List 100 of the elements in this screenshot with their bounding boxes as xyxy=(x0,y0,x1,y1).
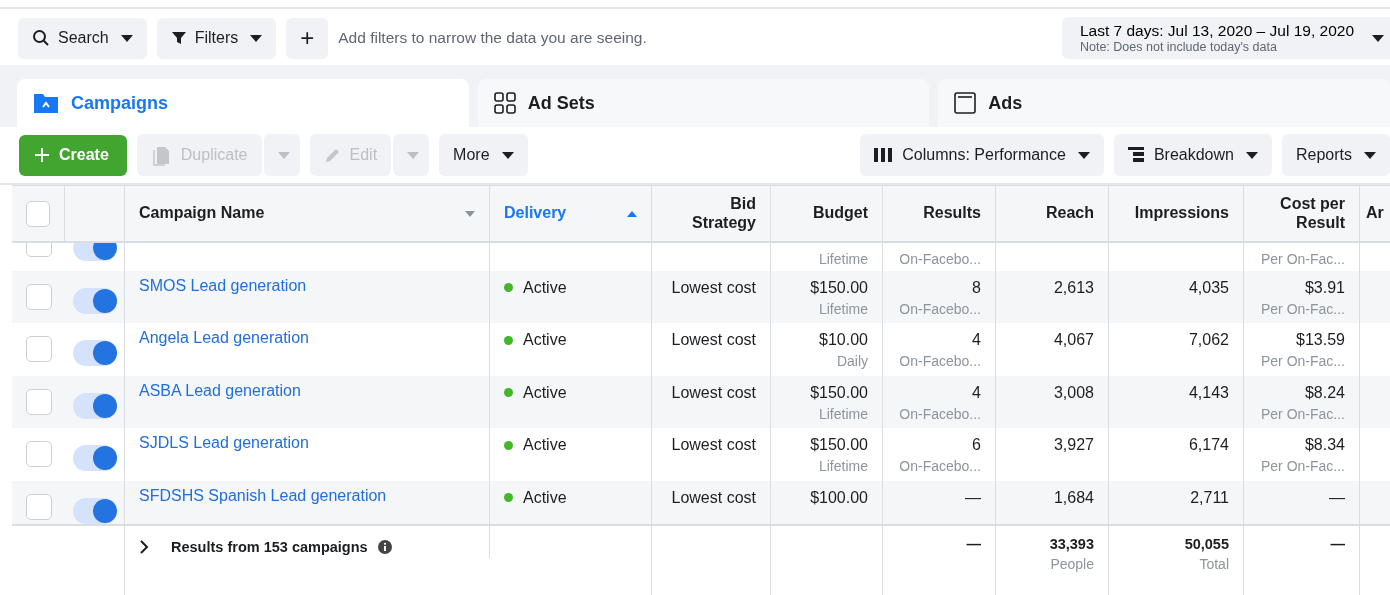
summary-value: 33,393 xyxy=(1049,536,1094,552)
summary-value: — xyxy=(966,536,981,552)
column-header[interactable]: Ar xyxy=(1366,204,1384,223)
cell-caption: Lifetime xyxy=(818,300,868,317)
column-header[interactable]: Cost per Result xyxy=(1258,195,1345,232)
table-cell: 1,684 xyxy=(1053,488,1094,507)
status-dot xyxy=(504,440,513,450)
info-icon[interactable] xyxy=(377,540,392,554)
date-range-button[interactable]: Last 7 days: Jul 13, 2020 – Jul 19, 2020 Note: Does not include today's data xyxy=(1061,17,1390,59)
cell-caption: Per On-Fac... xyxy=(1260,300,1345,317)
select-all-checkbox[interactable] xyxy=(26,200,50,227)
table-cell: Lowest cost xyxy=(671,278,756,297)
sort-down-icon xyxy=(465,210,475,217)
table-cell: $8.24 xyxy=(1304,383,1345,402)
chevron-right-icon[interactable] xyxy=(139,540,149,554)
status-dot xyxy=(504,335,513,345)
column-header[interactable]: Reach xyxy=(1045,204,1094,223)
delivery-status: Active xyxy=(523,488,567,507)
toggle-switch[interactable] xyxy=(72,287,117,314)
column-header[interactable]: Impressions xyxy=(1134,204,1229,223)
row-checkbox[interactable] xyxy=(25,336,52,363)
cell-caption: Per On-Fac... xyxy=(1260,250,1345,267)
table-cell: — xyxy=(965,488,981,507)
column-header[interactable]: Results xyxy=(923,204,981,223)
status-dot xyxy=(504,493,513,502)
status-dot xyxy=(504,283,513,292)
search-icon xyxy=(32,29,50,47)
filter-icon xyxy=(170,30,187,46)
add-filter-button[interactable]: + xyxy=(286,17,329,59)
table-cell: Lowest cost xyxy=(671,331,756,349)
table-cell: 2,711 xyxy=(1190,488,1229,507)
table-cell: Lowest cost xyxy=(671,436,756,454)
table-cell: $3.91 xyxy=(1304,278,1345,297)
filter-field[interactable]: Add filters to narrow the data you are seeing. xyxy=(338,25,739,51)
toggle-switch[interactable] xyxy=(72,392,117,419)
caret-icon xyxy=(407,151,420,159)
row-checkbox[interactable] xyxy=(25,493,52,520)
sort-up-icon xyxy=(627,210,637,217)
filters-button[interactable]: Filters xyxy=(156,17,277,59)
breakdown-icon xyxy=(1127,147,1146,163)
table-cell: $150.00 xyxy=(810,436,868,454)
columns-button[interactable]: Columns: Performance xyxy=(860,134,1104,176)
row-checkbox[interactable] xyxy=(25,283,52,310)
table-cell: $10.00 xyxy=(819,331,868,349)
summary-value: — xyxy=(1330,536,1345,552)
grid-icon xyxy=(493,92,516,114)
cell-caption: On-Facebo... xyxy=(899,405,981,422)
caret-icon xyxy=(1077,151,1090,159)
summary-caption: People xyxy=(1050,556,1094,572)
campaign-link[interactable]: SFDSHS Spanish Lead generation xyxy=(139,486,387,505)
cell-caption: Lifetime xyxy=(818,405,868,422)
table-cell: Lowest cost xyxy=(671,383,756,402)
caret-icon xyxy=(120,34,133,42)
toggle-switch[interactable] xyxy=(72,445,117,472)
table-cell: 8 xyxy=(972,278,981,297)
dropdown-button[interactable] xyxy=(393,134,430,176)
cell-caption: Daily xyxy=(836,353,868,369)
summary-value: 50,055 xyxy=(1184,536,1229,552)
cell-caption: On-Facebo... xyxy=(899,353,981,369)
table-cell: 2,613 xyxy=(1053,278,1094,297)
column-header[interactable]: Campaign Name xyxy=(139,204,265,223)
column-header[interactable]: Bid Strategy xyxy=(666,195,756,232)
campaign-link[interactable]: Angela Lead generation xyxy=(139,329,309,347)
campaign-link[interactable]: SMOS Lead generation xyxy=(139,276,307,295)
table-cell: 7,062 xyxy=(1188,331,1229,349)
row-checkbox[interactable] xyxy=(25,441,52,468)
caret-icon xyxy=(1245,151,1258,159)
caret-icon xyxy=(1364,151,1376,159)
toggle-switch[interactable] xyxy=(72,340,117,367)
caret-icon xyxy=(277,151,290,159)
search-button[interactable]: Search xyxy=(18,17,147,59)
column-header[interactable]: Budget xyxy=(812,204,868,223)
caret-icon xyxy=(1372,34,1384,42)
cell-caption: Per On-Fac... xyxy=(1260,353,1345,369)
table-cell: 4 xyxy=(972,383,981,402)
delivery-status: Active xyxy=(523,436,567,454)
toggle-switch[interactable] xyxy=(72,243,117,262)
plus-icon xyxy=(35,148,49,162)
summary-caption: Total xyxy=(1199,556,1229,572)
cell-caption: Per On-Fac... xyxy=(1260,405,1345,422)
cell-caption: On-Facebo... xyxy=(899,250,981,267)
column-header[interactable]: Delivery xyxy=(504,204,567,223)
campaign-link[interactable]: SJDLS Lead generation xyxy=(139,434,309,452)
cell-caption: Lifetime xyxy=(818,250,868,267)
dropdown-button[interactable] xyxy=(263,134,300,176)
tab[interactable]: Campaigns xyxy=(17,79,469,127)
more-button[interactable]: More xyxy=(439,134,528,176)
reports-button[interactable]: Reports xyxy=(1281,134,1390,176)
tab[interactable]: Ad Sets xyxy=(477,79,930,127)
cell-caption: Per On-Fac... xyxy=(1260,458,1345,474)
table-cell: 4 xyxy=(972,331,981,349)
toggle-switch[interactable] xyxy=(72,497,117,524)
tab[interactable]: Ads xyxy=(938,79,1390,127)
columns-icon xyxy=(874,148,895,162)
table-cell: 6 xyxy=(972,436,981,454)
breakdown-button[interactable]: Breakdown xyxy=(1113,134,1272,176)
row-checkbox[interactable] xyxy=(25,388,52,415)
campaign-link[interactable]: ASBA Lead generation xyxy=(139,381,301,400)
table-cell: Lowest cost xyxy=(671,488,756,507)
cell-caption: On-Facebo... xyxy=(899,300,981,317)
